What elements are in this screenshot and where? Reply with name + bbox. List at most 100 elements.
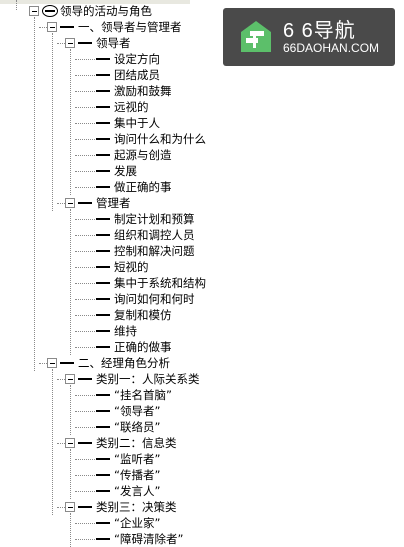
collapse-toggle[interactable] [65, 198, 75, 208]
tree-connector [75, 123, 97, 124]
tree-connector [57, 507, 65, 508]
tree-node-leaf[interactable]: 复制和模仿 [114, 307, 172, 323]
tree-connector [57, 443, 65, 444]
tree-guide-line [16, 0, 17, 10]
tree-node-leaf[interactable]: “领导者” [114, 403, 160, 419]
topic-marker-icon [96, 250, 110, 252]
tree-node-leaf[interactable]: “监听者” [114, 451, 160, 467]
tree-node-leaf[interactable]: 控制和解决问题 [114, 243, 195, 259]
tree-connector [75, 219, 97, 220]
topic-marker-icon [96, 346, 110, 348]
tree-node-leaf[interactable]: “传播者” [114, 467, 160, 483]
topic-marker-icon [96, 266, 110, 268]
tree-node-section[interactable]: 管理者 [96, 195, 131, 211]
collapse-toggle[interactable] [47, 22, 57, 32]
tree-guide-line [70, 513, 71, 547]
collapse-toggle[interactable] [65, 374, 75, 384]
tree-node-section[interactable]: 一、领导者与管理者 [78, 19, 182, 35]
tree-node-leaf[interactable]: 询问什么和为什么 [114, 131, 206, 147]
tree-node-leaf[interactable]: 正确的做事 [114, 339, 172, 355]
topic-marker-icon [96, 330, 110, 332]
topic-marker-icon [96, 426, 110, 428]
tree-connector [75, 91, 97, 92]
tree-connector [75, 267, 97, 268]
tree-node-leaf[interactable]: 远视的 [114, 99, 149, 115]
tree-node-section[interactable]: 类别二：信息类 [96, 435, 177, 451]
topic-marker-icon [96, 394, 110, 396]
topic-marker-icon [96, 314, 110, 316]
tree-connector [75, 395, 97, 396]
tree-node-leaf[interactable]: “挂名首脑” [114, 387, 172, 403]
topic-marker-icon [96, 170, 110, 172]
tree-node-leaf[interactable]: 组织和调控人员 [114, 227, 195, 243]
watermark-logo: 6 6导航 66DAOHAN.COM [223, 8, 395, 66]
topic-marker-icon [96, 154, 110, 156]
collapse-toggle[interactable] [65, 38, 75, 48]
map-pin-icon [241, 21, 271, 52]
tree-node-leaf[interactable]: 发展 [114, 163, 137, 179]
tree-connector [75, 187, 97, 188]
tree-connector [75, 491, 97, 492]
tree-node-leaf[interactable]: “发言人” [114, 483, 160, 499]
tree-node-leaf[interactable]: 集中于系统和结构 [114, 275, 206, 291]
topic-marker-icon [96, 282, 110, 284]
tree-guide-line [70, 449, 71, 499]
topic-marker-icon [78, 506, 92, 508]
tree-connector [75, 331, 97, 332]
tree-connector [75, 523, 97, 524]
tree-connector [57, 379, 65, 380]
tree-connector [75, 75, 97, 76]
watermark-subtitle: 66DAOHAN.COM [283, 41, 380, 55]
tree-connector [57, 43, 65, 44]
tree-connector [75, 299, 97, 300]
tree-node-section[interactable]: 类别三：决策类 [96, 499, 177, 515]
watermark-title: 6 6导航 [283, 20, 356, 42]
root-topic-icon [42, 5, 58, 17]
topic-marker-icon [96, 474, 110, 476]
topic-marker-icon [60, 362, 74, 364]
tree-connector [75, 315, 97, 316]
tree-node-section[interactable]: 领导者 [96, 35, 131, 51]
topic-marker-icon [78, 42, 92, 44]
topic-marker-icon [96, 522, 110, 524]
tree-node-leaf[interactable]: “联络员” [114, 419, 160, 435]
topic-marker-icon [60, 26, 74, 28]
tree-node-leaf[interactable]: 做正确的事 [114, 179, 172, 195]
topic-marker-icon [96, 138, 110, 140]
topic-marker-icon [96, 186, 110, 188]
tree-node-leaf[interactable]: 制定计划和预算 [114, 211, 195, 227]
tree-node-leaf[interactable]: 询问如何和何时 [114, 291, 195, 307]
tree-node-leaf[interactable]: 起源与创造 [114, 147, 172, 163]
tree-node-section[interactable]: 二、经理角色分析 [78, 355, 170, 371]
collapse-toggle[interactable] [47, 358, 57, 368]
tree-node-leaf[interactable]: 集中于人 [114, 115, 160, 131]
tree-node-leaf[interactable]: 激励和鼓舞 [114, 83, 172, 99]
tree-guide-line [52, 33, 53, 211]
tree-connector [75, 139, 97, 140]
topic-marker-icon [96, 458, 110, 460]
tree-node-leaf[interactable]: 设定方向 [114, 51, 160, 67]
tree-node-leaf[interactable]: “障碍清除者” [114, 531, 183, 547]
tree-node-leaf[interactable]: 团结成员 [114, 67, 160, 83]
topic-marker-icon [96, 58, 110, 60]
tree-guide-line [70, 49, 71, 195]
tree-connector [75, 251, 97, 252]
collapse-toggle[interactable] [29, 6, 39, 16]
tree-node-leaf[interactable]: 短视的 [114, 259, 149, 275]
tree-connector [75, 171, 97, 172]
collapse-toggle[interactable] [65, 438, 75, 448]
tree-connector [75, 235, 97, 236]
tree-node-root[interactable]: 领导的活动与角色 [60, 3, 152, 19]
collapse-toggle[interactable] [65, 502, 75, 512]
tree-connector [75, 427, 97, 428]
tree-node-section[interactable]: 类别一：人际关系类 [96, 371, 200, 387]
tree-connector [57, 203, 65, 204]
tree-node-leaf[interactable]: 维持 [114, 323, 137, 339]
topic-marker-icon [96, 106, 110, 108]
tree-node-leaf[interactable]: “企业家” [114, 515, 160, 531]
topic-marker-icon [78, 202, 92, 204]
tree-connector [75, 283, 97, 284]
topic-marker-icon [96, 122, 110, 124]
tree-connector [75, 347, 97, 348]
tree-connector [39, 363, 47, 364]
